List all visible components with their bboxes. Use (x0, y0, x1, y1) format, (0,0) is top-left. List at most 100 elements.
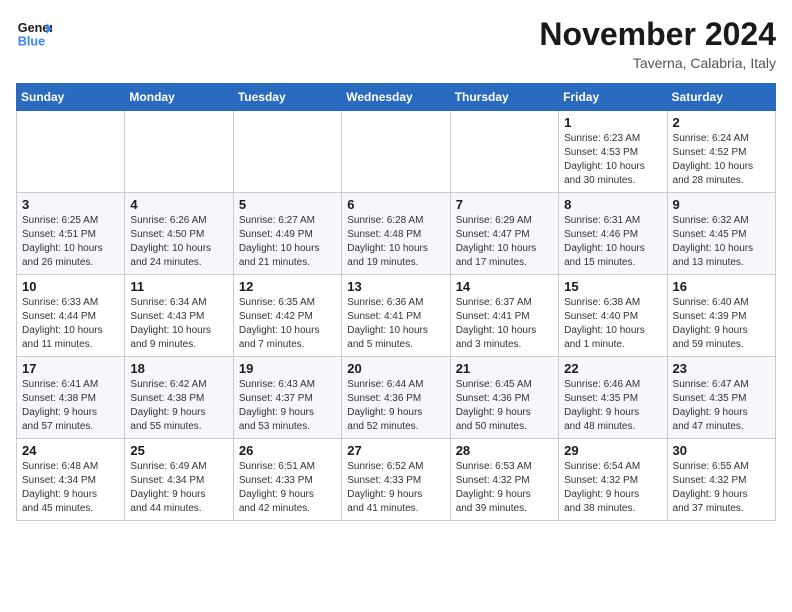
day-info: Sunrise: 6:23 AM Sunset: 4:53 PM Dayligh… (564, 132, 661, 188)
weekday-header-thursday: Thursday (450, 84, 558, 111)
day-info: Sunrise: 6:26 AM Sunset: 4:50 PM Dayligh… (130, 214, 227, 270)
week-row-3: 10Sunrise: 6:33 AM Sunset: 4:44 PM Dayli… (17, 275, 776, 357)
day-info: Sunrise: 6:33 AM Sunset: 4:44 PM Dayligh… (22, 296, 119, 352)
calendar-cell: 12 Sunrise: 6:35 AM Sunset: 4:42 PM Dayli… (233, 275, 341, 357)
calendar-cell: 27 Sunrise: 6:52 AM Sunset: 4:33 PM Dayli… (342, 439, 450, 521)
day-info: Sunrise: 6:48 AM Sunset: 4:34 PM Dayligh… (22, 460, 119, 516)
day-info: Sunrise: 6:31 AM Sunset: 4:46 PM Dayligh… (564, 214, 661, 270)
weekday-header-tuesday: Tuesday (233, 84, 341, 111)
day-number: 30 (673, 443, 770, 458)
calendar-cell (233, 111, 341, 193)
day-info: Sunrise: 6:37 AM Sunset: 4:41 PM Dayligh… (456, 296, 553, 352)
day-info: Sunrise: 6:46 AM Sunset: 4:35 PM Dayligh… (564, 378, 661, 434)
day-number: 3 (22, 197, 119, 212)
calendar-cell: 14 Sunrise: 6:37 AM Sunset: 4:41 PM Dayli… (450, 275, 558, 357)
calendar-cell: 24 Sunrise: 6:48 AM Sunset: 4:34 PM Dayli… (17, 439, 125, 521)
header: General Blue November 2024 Taverna, Cala… (16, 16, 776, 71)
day-info: Sunrise: 6:51 AM Sunset: 4:33 PM Dayligh… (239, 460, 336, 516)
day-number: 17 (22, 361, 119, 376)
day-number: 23 (673, 361, 770, 376)
day-info: Sunrise: 6:38 AM Sunset: 4:40 PM Dayligh… (564, 296, 661, 352)
weekday-header-sunday: Sunday (17, 84, 125, 111)
calendar-cell: 28 Sunrise: 6:53 AM Sunset: 4:32 PM Dayli… (450, 439, 558, 521)
day-number: 16 (673, 279, 770, 294)
month-title: November 2024 (539, 16, 776, 53)
day-number: 8 (564, 197, 661, 212)
weekday-header-saturday: Saturday (667, 84, 775, 111)
calendar-cell: 1 Sunrise: 6:23 AM Sunset: 4:53 PM Daylig… (559, 111, 667, 193)
day-number: 22 (564, 361, 661, 376)
calendar-cell: 15 Sunrise: 6:38 AM Sunset: 4:40 PM Dayli… (559, 275, 667, 357)
day-info: Sunrise: 6:35 AM Sunset: 4:42 PM Dayligh… (239, 296, 336, 352)
calendar-cell: 30Sunrise: 6:55 AM Sunset: 4:32 PM Dayli… (667, 439, 775, 521)
week-row-5: 24 Sunrise: 6:48 AM Sunset: 4:34 PM Dayli… (17, 439, 776, 521)
day-number: 4 (130, 197, 227, 212)
day-info: Sunrise: 6:52 AM Sunset: 4:33 PM Dayligh… (347, 460, 444, 516)
day-info: Sunrise: 6:49 AM Sunset: 4:34 PM Dayligh… (130, 460, 227, 516)
day-number: 9 (673, 197, 770, 212)
day-info: Sunrise: 6:32 AM Sunset: 4:45 PM Dayligh… (673, 214, 770, 270)
calendar-cell: 10Sunrise: 6:33 AM Sunset: 4:44 PM Dayli… (17, 275, 125, 357)
calendar-cell: 13 Sunrise: 6:36 AM Sunset: 4:41 PM Dayli… (342, 275, 450, 357)
calendar-cell: 7Sunrise: 6:29 AM Sunset: 4:47 PM Daylig… (450, 193, 558, 275)
day-info: Sunrise: 6:43 AM Sunset: 4:37 PM Dayligh… (239, 378, 336, 434)
day-info: Sunrise: 6:53 AM Sunset: 4:32 PM Dayligh… (456, 460, 553, 516)
day-info: Sunrise: 6:27 AM Sunset: 4:49 PM Dayligh… (239, 214, 336, 270)
calendar-cell (17, 111, 125, 193)
day-info: Sunrise: 6:41 AM Sunset: 4:38 PM Dayligh… (22, 378, 119, 434)
day-info: Sunrise: 6:42 AM Sunset: 4:38 PM Dayligh… (130, 378, 227, 434)
day-number: 18 (130, 361, 227, 376)
calendar-table: SundayMondayTuesdayWednesdayThursdayFrid… (16, 83, 776, 521)
week-row-2: 3 Sunrise: 6:25 AM Sunset: 4:51 PM Daylig… (17, 193, 776, 275)
day-info: Sunrise: 6:45 AM Sunset: 4:36 PM Dayligh… (456, 378, 553, 434)
day-number: 29 (564, 443, 661, 458)
weekday-header-friday: Friday (559, 84, 667, 111)
calendar-cell (450, 111, 558, 193)
day-info: Sunrise: 6:44 AM Sunset: 4:36 PM Dayligh… (347, 378, 444, 434)
day-info: Sunrise: 6:28 AM Sunset: 4:48 PM Dayligh… (347, 214, 444, 270)
calendar-cell: 19Sunrise: 6:43 AM Sunset: 4:37 PM Dayli… (233, 357, 341, 439)
calendar-cell: 26 Sunrise: 6:51 AM Sunset: 4:33 PM Dayli… (233, 439, 341, 521)
logo-icon: General Blue (16, 16, 52, 52)
calendar-cell: 2 Sunrise: 6:24 AM Sunset: 4:52 PM Daylig… (667, 111, 775, 193)
day-number: 14 (456, 279, 553, 294)
calendar-cell: 29Sunrise: 6:54 AM Sunset: 4:32 PM Dayli… (559, 439, 667, 521)
calendar-cell: 23 Sunrise: 6:47 AM Sunset: 4:35 PM Dayli… (667, 357, 775, 439)
calendar-cell: 6 Sunrise: 6:28 AM Sunset: 4:48 PM Daylig… (342, 193, 450, 275)
location-subtitle: Taverna, Calabria, Italy (539, 55, 776, 71)
weekday-header-monday: Monday (125, 84, 233, 111)
day-number: 25 (130, 443, 227, 458)
day-number: 20 (347, 361, 444, 376)
day-number: 27 (347, 443, 444, 458)
day-number: 21 (456, 361, 553, 376)
week-row-1: 1 Sunrise: 6:23 AM Sunset: 4:53 PM Daylig… (17, 111, 776, 193)
calendar-cell: 3 Sunrise: 6:25 AM Sunset: 4:51 PM Daylig… (17, 193, 125, 275)
calendar-cell: 20 Sunrise: 6:44 AM Sunset: 4:36 PM Dayli… (342, 357, 450, 439)
day-number: 24 (22, 443, 119, 458)
day-number: 15 (564, 279, 661, 294)
calendar-cell: 5Sunrise: 6:27 AM Sunset: 4:49 PM Daylig… (233, 193, 341, 275)
day-number: 13 (347, 279, 444, 294)
day-number: 26 (239, 443, 336, 458)
calendar-cell: 25 Sunrise: 6:49 AM Sunset: 4:34 PM Dayli… (125, 439, 233, 521)
day-number: 6 (347, 197, 444, 212)
day-info: Sunrise: 6:24 AM Sunset: 4:52 PM Dayligh… (673, 132, 770, 188)
day-info: Sunrise: 6:25 AM Sunset: 4:51 PM Dayligh… (22, 214, 119, 270)
day-info: Sunrise: 6:47 AM Sunset: 4:35 PM Dayligh… (673, 378, 770, 434)
day-number: 2 (673, 115, 770, 130)
calendar-cell: 17 Sunrise: 6:41 AM Sunset: 4:38 PM Dayli… (17, 357, 125, 439)
calendar-cell: 4 Sunrise: 6:26 AM Sunset: 4:50 PM Daylig… (125, 193, 233, 275)
day-info: Sunrise: 6:29 AM Sunset: 4:47 PM Dayligh… (456, 214, 553, 270)
logo: General Blue (16, 16, 52, 52)
calendar-cell: 11Sunrise: 6:34 AM Sunset: 4:43 PM Dayli… (125, 275, 233, 357)
day-info: Sunrise: 6:40 AM Sunset: 4:39 PM Dayligh… (673, 296, 770, 352)
calendar-cell: 21 Sunrise: 6:45 AM Sunset: 4:36 PM Dayli… (450, 357, 558, 439)
day-info: Sunrise: 6:36 AM Sunset: 4:41 PM Dayligh… (347, 296, 444, 352)
day-number: 28 (456, 443, 553, 458)
weekday-header-wednesday: Wednesday (342, 84, 450, 111)
day-number: 1 (564, 115, 661, 130)
calendar-cell (342, 111, 450, 193)
week-row-4: 17 Sunrise: 6:41 AM Sunset: 4:38 PM Dayli… (17, 357, 776, 439)
day-number: 12 (239, 279, 336, 294)
calendar-cell (125, 111, 233, 193)
